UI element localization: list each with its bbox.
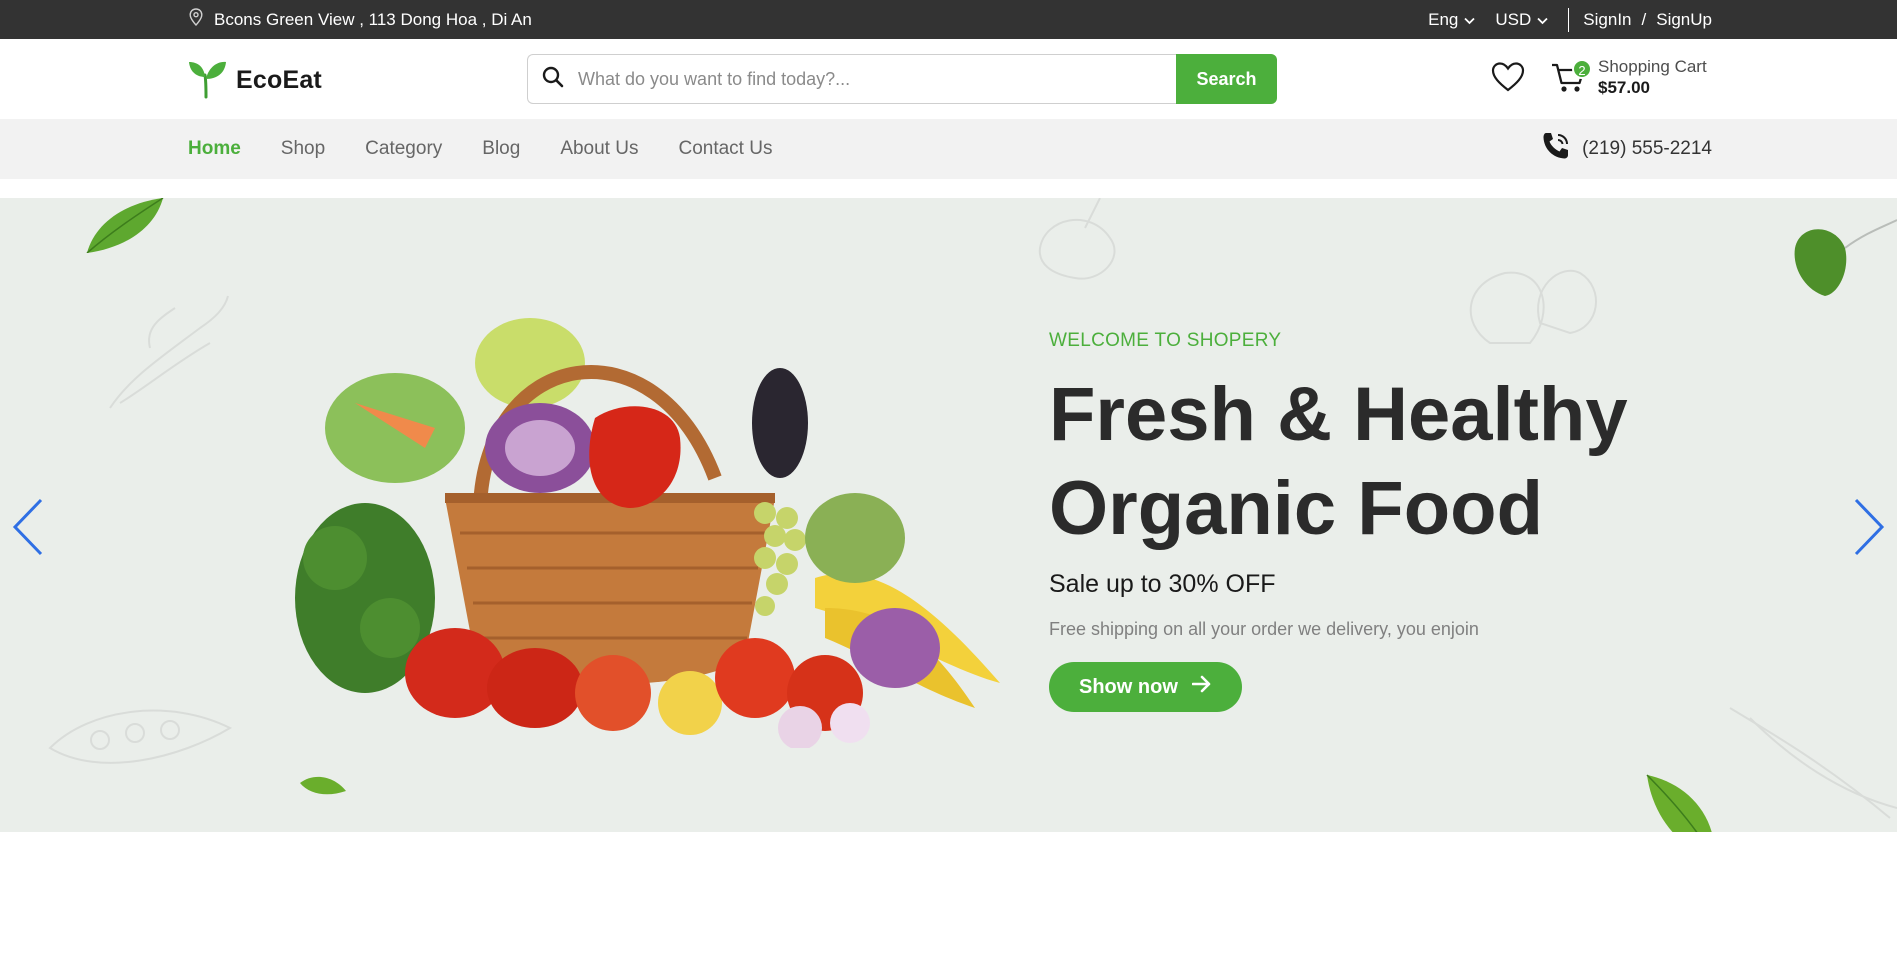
nav-item-category[interactable]: Category <box>365 138 442 160</box>
vegetable-basket-image <box>295 318 1000 748</box>
search-bar: Search <box>527 54 1277 104</box>
nav-item-contact-us[interactable]: Contact Us <box>678 138 772 160</box>
map-pin-icon <box>188 8 204 31</box>
heart-icon <box>1491 62 1525 97</box>
chevron-right-icon <box>1853 498 1885 560</box>
main-nav: Home Shop Category Blog About Us Contact… <box>0 119 1897 179</box>
phone-icon <box>1540 130 1572 168</box>
signin-link[interactable]: SignIn <box>1583 10 1631 30</box>
leaf-decoration <box>300 776 346 795</box>
hero-slider: WELCOME TO SHOPERY Fresh & Healthy Organ… <box>0 198 1897 832</box>
cart-button[interactable]: 2 Shopping Cart $57.00 <box>1550 56 1707 99</box>
peapod-sketch-decoration <box>48 709 233 764</box>
cart-icon-wrap: 2 <box>1550 57 1592 99</box>
cart-amount: $57.00 <box>1598 78 1650 98</box>
hero-description: Free shipping on all your order we deliv… <box>1049 619 1479 639</box>
chevron-down-icon <box>1537 10 1548 30</box>
root-sketch-decoration <box>1729 707 1897 819</box>
cart-icon <box>1550 64 1588 99</box>
leaf-decoration <box>1646 774 1712 832</box>
hero-content: WELCOME TO SHOPERY Fresh & Healthy Organ… <box>1049 330 1689 712</box>
cart-count-badge: 2 <box>1572 59 1592 80</box>
vegetable-sketch-decoration <box>1038 198 1116 280</box>
site-header: EcoEat Search 2 Shopping Cart $57.00 <box>0 39 1897 119</box>
search-input[interactable] <box>578 68 1176 90</box>
logo[interactable]: EcoEat <box>186 57 322 104</box>
hero-title: Fresh & Healthy Organic Food <box>1049 372 1628 551</box>
show-now-button[interactable]: Show now <box>1049 662 1242 712</box>
auth-links: SignIn / SignUp <box>1583 10 1712 30</box>
hero-eyebrow: WELCOME TO SHOPERY <box>1049 330 1282 351</box>
hero-subtitle: Sale up to 30% OFF <box>1049 570 1276 598</box>
slider-next-button[interactable] <box>1853 498 1885 561</box>
chevron-down-icon <box>1464 10 1476 30</box>
pepper-sketch-decoration <box>109 295 229 409</box>
search-box <box>527 54 1176 104</box>
store-location: Bcons Green View , 113 Dong Hoa , Di An <box>188 0 532 39</box>
arrow-right-icon <box>1191 675 1212 699</box>
nav-item-home[interactable]: Home <box>188 138 241 160</box>
show-now-label: Show now <box>1079 675 1178 698</box>
leaf-decoration <box>86 198 164 253</box>
search-button[interactable]: Search <box>1176 54 1277 104</box>
location-text: Bcons Green View , 113 Dong Hoa , Di An <box>214 9 532 29</box>
brand-name: EcoEat <box>236 66 322 94</box>
nav-item-about-us[interactable]: About Us <box>560 138 638 160</box>
chevron-left-icon <box>12 498 44 560</box>
top-bar: Bcons Green View , 113 Dong Hoa , Di An … <box>0 0 1897 39</box>
language-value: Eng <box>1428 9 1459 29</box>
slider-prev-button[interactable] <box>12 498 44 561</box>
cart-label: Shopping Cart <box>1598 57 1707 76</box>
divider <box>1568 7 1570 32</box>
phone-contact[interactable]: (219) 555-2214 <box>1540 119 1712 179</box>
language-select[interactable]: Eng <box>1428 9 1476 30</box>
nav-item-blog[interactable]: Blog <box>482 138 520 160</box>
leaf-logo-icon <box>186 57 228 104</box>
search-icon <box>542 66 564 93</box>
currency-value: USD <box>1495 9 1532 29</box>
signup-link[interactable]: SignUp <box>1656 10 1712 30</box>
phone-number: (219) 555-2214 <box>1582 138 1712 159</box>
currency-select[interactable]: USD <box>1495 10 1548 30</box>
leaf-decoration <box>1794 219 1897 296</box>
wishlist-button[interactable] <box>1491 61 1525 98</box>
auth-separator: / <box>1641 9 1647 29</box>
nav-item-shop[interactable]: Shop <box>281 138 325 160</box>
